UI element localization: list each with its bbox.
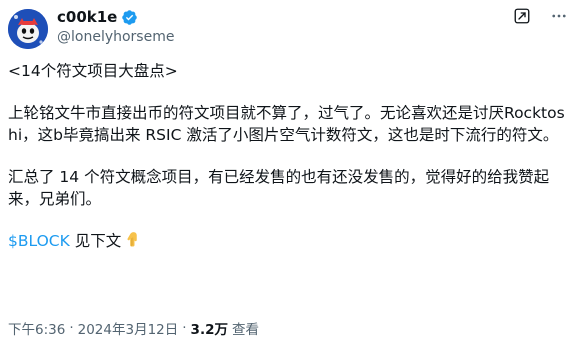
more-options-button[interactable] [548,7,570,29]
tweet-date[interactable]: 2024年3月12日 [78,318,179,338]
tweet-time[interactable]: 下午6:36 [8,318,65,338]
grok-icon [513,7,531,29]
author-info: c00k1e @lonelyhorseme [57,7,174,45]
more-horizontal-icon [550,7,568,29]
tweet-cashtag-line: $BLOCK 见下文 [8,230,573,254]
grok-button[interactable] [511,7,533,29]
views-count: 3.2万 [190,322,228,338]
cashtag-suffix: 见下文 [69,232,122,250]
tweet-paragraph: 上轮铭文牛市直接出币的符文项目就不算了，过气了。无论喜欢还是讨厌Rocktosh… [8,104,565,144]
views-label: 查看 [231,322,259,338]
meta-separator: · [69,320,74,336]
meta-separator: · [182,320,187,336]
display-name[interactable]: c00k1e [57,8,117,26]
handle[interactable]: @lonelyhorseme [57,29,174,45]
tweet-text: <14个符文项目大盘点> 上轮铭文牛市直接出币的符文项目就不算了，过气了。无论喜… [8,60,573,274]
name-row: c00k1e [57,7,174,27]
avatar[interactable] [8,9,48,49]
tweet-meta: 下午6:36 · 2024年3月12日 · 3.2万 查看 [8,318,259,338]
tweet-title-line: <14个符文项目大盘点> [8,62,178,80]
pointing-down-hand-icon [121,230,139,254]
verified-badge-icon[interactable] [121,9,138,26]
tweet-paragraph: 汇总了 14 个符文概念项目，有已经发售的也有还没发售的，觉得好的给我赞起来，兄… [8,168,550,208]
cashtag-link[interactable]: $BLOCK [8,232,70,250]
tweet: c00k1e @lonelyhorseme <14个符文项目大盘点> 上轮铭文牛… [0,0,580,349]
